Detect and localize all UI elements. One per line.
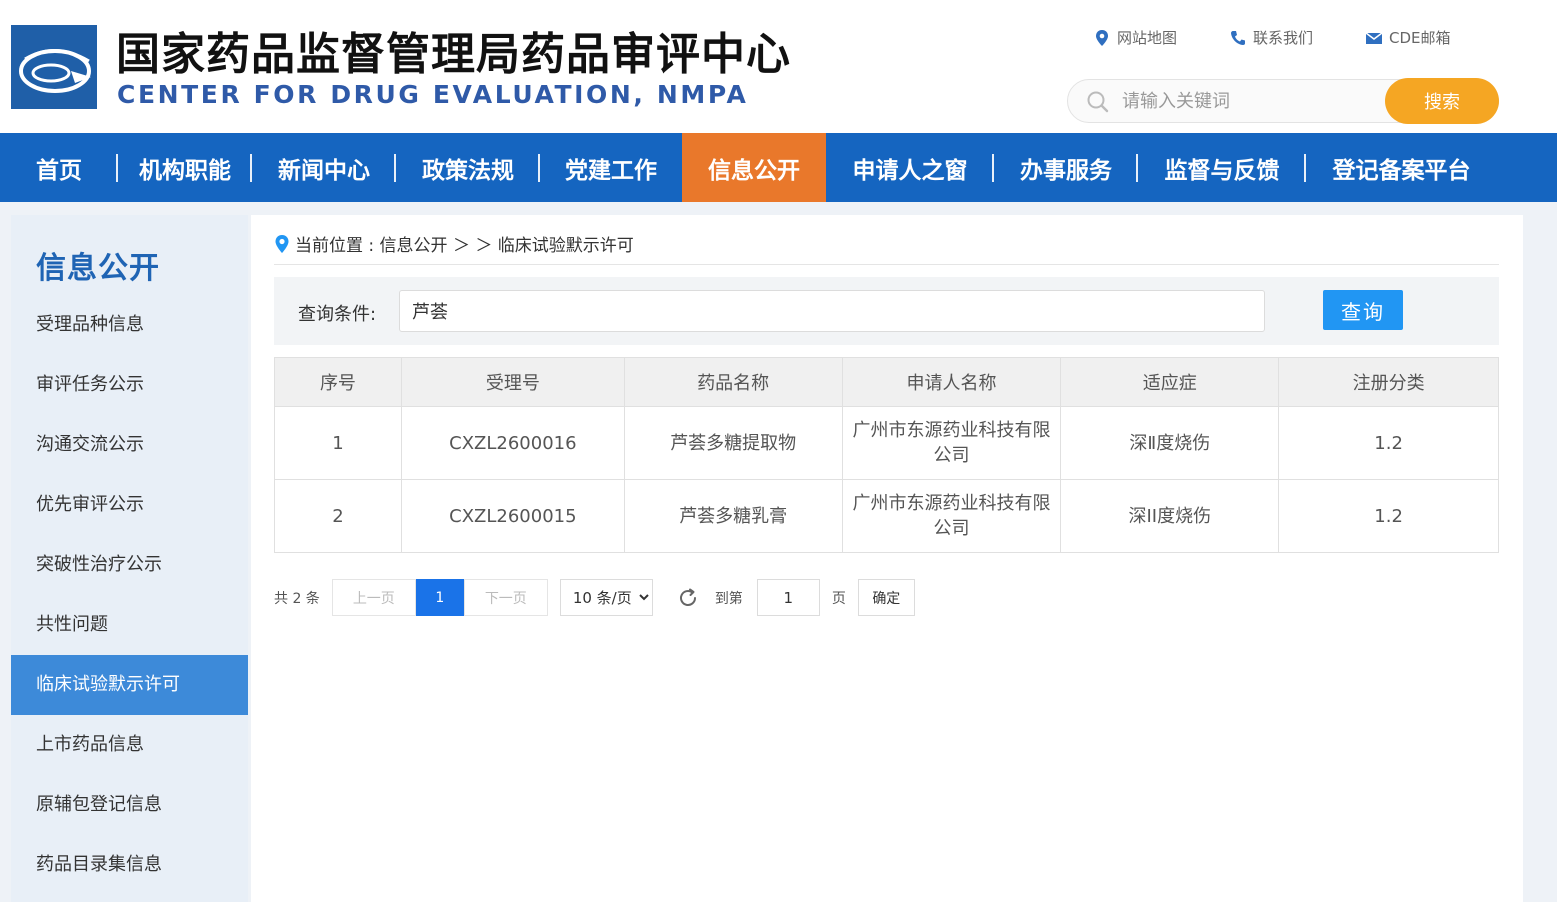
cde-logo[interactable] xyxy=(11,25,97,109)
sitemap-label: 网站地图 xyxy=(1117,29,1178,47)
cell-index: 1 xyxy=(274,406,402,480)
pagination-total: 共 2 条 xyxy=(274,590,320,607)
pagination: 共 2 条 上一页 1 下一页 10 条/页 到第 页 确定 xyxy=(274,579,915,616)
main-content: 当前位置 : 信息公开 ＞ ＞ 临床试验默示许可 查询条件: 查询 序号 受理号… xyxy=(251,215,1523,902)
sidebar-item-communication[interactable]: 沟通交流公示 xyxy=(11,415,248,475)
contact-link[interactable]: 联系我们 xyxy=(1229,27,1313,48)
refresh-icon[interactable] xyxy=(677,587,699,609)
sidebar: 信息公开 受理品种信息 审评任务公示 沟通交流公示 优先审评公示 突破性治疗公示… xyxy=(11,215,248,902)
header-registration-class: 注册分类 xyxy=(1278,357,1499,407)
cell-acceptance-no: CXZL2600016 xyxy=(400,406,625,480)
cde-mail-label: CDE邮箱 xyxy=(1389,29,1451,47)
nav-item-party[interactable]: 党建工作 xyxy=(540,133,682,202)
goto-page-input[interactable] xyxy=(756,579,820,616)
header-acceptance-no: 受理号 xyxy=(400,357,625,407)
nav-item-info-public[interactable]: 信息公开 xyxy=(682,133,826,202)
cell-acceptance-no: CXZL2600015 xyxy=(400,479,625,553)
cell-registration-class: 1.2 xyxy=(1278,406,1499,480)
location-pin-icon xyxy=(1096,29,1108,46)
sidebar-item-excipients[interactable]: 原辅包登记信息 xyxy=(11,775,248,835)
cell-applicant: 广州市东源药业科技有限公司 xyxy=(841,406,1062,480)
sidebar-item-review-tasks[interactable]: 审评任务公示 xyxy=(11,355,248,415)
site-search: 搜索 xyxy=(1067,78,1499,124)
goto-confirm-button[interactable]: 确定 xyxy=(857,579,915,616)
goto-label: 到第 xyxy=(714,590,743,607)
cell-index: 2 xyxy=(274,479,402,553)
sidebar-item-common-issues[interactable]: 共性问题 xyxy=(11,595,248,655)
cde-mail-link[interactable]: CDE邮箱 xyxy=(1365,27,1451,48)
query-button[interactable]: 查询 xyxy=(1323,290,1403,330)
main-nav: 首页 机构职能 新闻中心 政策法规 党建工作 信息公开 申请人之窗 办事服务 监… xyxy=(0,133,1557,202)
nav-item-policy[interactable]: 政策法规 xyxy=(396,133,540,202)
query-panel: 查询条件: 查询 xyxy=(274,277,1499,345)
next-page-button[interactable]: 下一页 xyxy=(463,579,548,616)
results-table: 序号 受理号 药品名称 申请人名称 适应症 注册分类 1 CXZL2600016… xyxy=(274,357,1499,553)
cell-indication: 深Ⅱ度烧伤 xyxy=(1060,406,1280,480)
sidebar-item-clinical-trial[interactable]: 临床试验默示许可 xyxy=(11,655,248,715)
cell-drug-name: 芦荟多糖乳膏 xyxy=(623,479,843,553)
nav-item-applicant[interactable]: 申请人之窗 xyxy=(826,133,994,202)
sidebar-item-marketed-drugs[interactable]: 上市药品信息 xyxy=(11,715,248,775)
breadcrumb-text: 当前位置 : 信息公开 ＞ ＞ 临床试验默示许可 xyxy=(295,236,634,256)
query-input[interactable] xyxy=(399,290,1265,332)
site-header: 国家药品监督管理局药品审评中心 CENTER FOR DRUG EVALUATI… xyxy=(0,0,1557,133)
sidebar-item-priority-review[interactable]: 优先审评公示 xyxy=(11,475,248,535)
cell-drug-name: 芦荟多糖提取物 xyxy=(623,406,843,480)
header-index: 序号 xyxy=(274,357,402,407)
page-size-select[interactable]: 10 条/页 xyxy=(559,579,653,616)
search-icon xyxy=(1087,91,1109,113)
table-row[interactable]: 2 CXZL2600015 芦荟多糖乳膏 广州市东源药业科技有限公司 深II度烧… xyxy=(274,479,1499,553)
page-unit-label: 页 xyxy=(831,590,846,607)
header-applicant: 申请人名称 xyxy=(841,357,1062,407)
phone-icon xyxy=(1231,30,1246,45)
search-button[interactable]: 搜索 xyxy=(1385,78,1499,124)
sidebar-item-drug-catalog[interactable]: 药品目录集信息 xyxy=(11,835,248,895)
sidebar-title: 信息公开 xyxy=(36,251,160,286)
table-header-row: 序号 受理号 药品名称 申请人名称 适应症 注册分类 xyxy=(274,357,1499,407)
query-label: 查询条件: xyxy=(298,304,377,325)
header-drug-name: 药品名称 xyxy=(623,357,843,407)
page-number-button[interactable]: 1 xyxy=(415,579,464,616)
cell-indication: 深II度烧伤 xyxy=(1060,479,1280,553)
top-links: 网站地图 联系我们 CDE邮箱 xyxy=(1093,27,1451,48)
cell-registration-class: 1.2 xyxy=(1278,479,1499,553)
nav-item-registration[interactable]: 登记备案平台 xyxy=(1306,133,1497,202)
sidebar-item-breakthrough[interactable]: 突破性治疗公示 xyxy=(11,535,248,595)
breadcrumb: 当前位置 : 信息公开 ＞ ＞ 临床试验默示许可 xyxy=(274,231,634,256)
nav-item-news[interactable]: 新闻中心 xyxy=(252,133,396,202)
header-indication: 适应症 xyxy=(1060,357,1280,407)
nav-item-home[interactable]: 首页 xyxy=(0,133,118,202)
mail-icon xyxy=(1365,31,1383,44)
prev-page-button[interactable]: 上一页 xyxy=(331,579,416,616)
site-title-chinese: 国家药品监督管理局药品审评中心 xyxy=(116,29,791,80)
sidebar-item-accepted-varieties[interactable]: 受理品种信息 xyxy=(11,295,248,355)
site-title-english: CENTER FOR DRUG EVALUATION, NMPA xyxy=(117,80,749,109)
location-pin-icon xyxy=(275,234,289,253)
breadcrumb-divider xyxy=(274,264,1499,265)
nav-item-feedback[interactable]: 监督与反馈 xyxy=(1138,133,1306,202)
cell-applicant: 广州市东源药业科技有限公司 xyxy=(841,479,1062,553)
nav-item-services[interactable]: 办事服务 xyxy=(994,133,1138,202)
site-search-input[interactable] xyxy=(1122,86,1382,116)
contact-label: 联系我们 xyxy=(1253,29,1314,47)
nav-item-functions[interactable]: 机构职能 xyxy=(118,133,252,202)
table-row[interactable]: 1 CXZL2600016 芦荟多糖提取物 广州市东源药业科技有限公司 深Ⅱ度烧… xyxy=(274,406,1499,480)
sitemap-link[interactable]: 网站地图 xyxy=(1093,27,1177,48)
